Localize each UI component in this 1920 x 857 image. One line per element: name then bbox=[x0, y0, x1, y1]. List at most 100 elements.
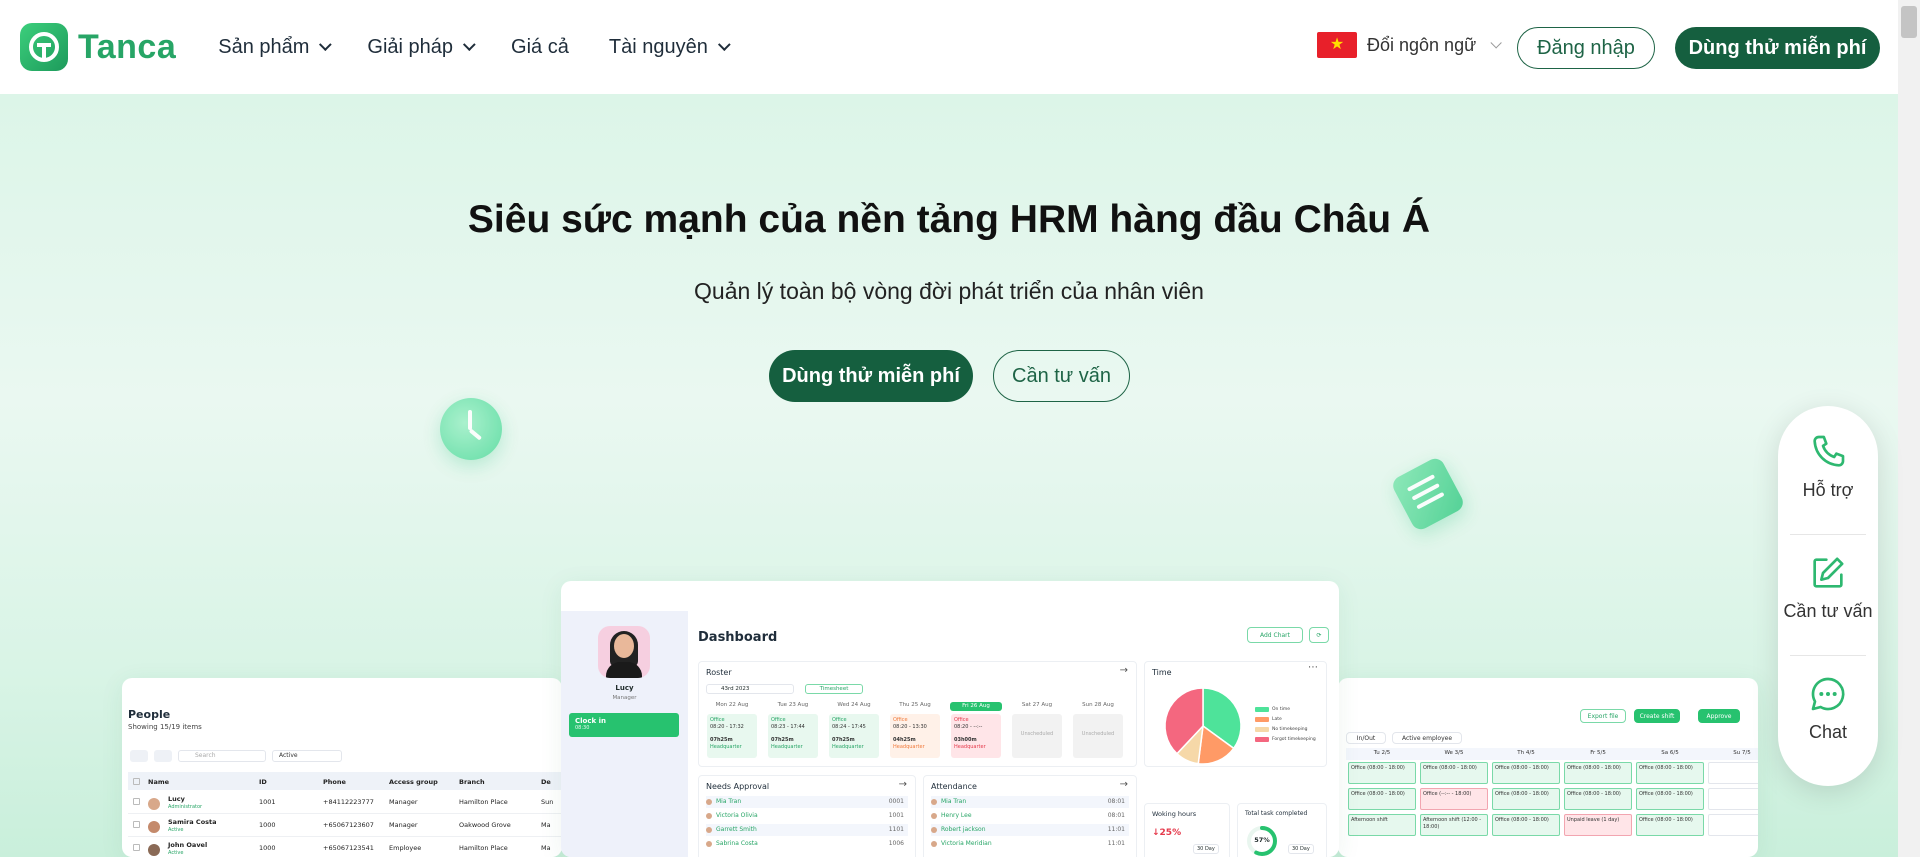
list-item[interactable]: Mia Tran 08:01 bbox=[931, 796, 1129, 808]
language-switcher[interactable]: ★ Đổi ngôn ngữ bbox=[1317, 32, 1502, 58]
shift-time: 08:20 - --:-- bbox=[954, 724, 983, 730]
avatar bbox=[706, 813, 712, 819]
list-item[interactable]: Sabrina Costa 1006 bbox=[706, 838, 908, 850]
list-item[interactable]: Robert jackson 11:01 bbox=[931, 824, 1129, 836]
sort-icon[interactable] bbox=[154, 750, 172, 762]
schedule-cell[interactable]: Unpaid leave (1 day) bbox=[1564, 814, 1632, 836]
working-hours-period-select[interactable]: 30 Day bbox=[1193, 844, 1219, 854]
schedule-cell[interactable]: Office (08:00 - 18:00) bbox=[1636, 814, 1704, 836]
schedule-cell[interactable] bbox=[1708, 814, 1758, 836]
schedule-cell[interactable]: Office (08:00 - 18:00) bbox=[1564, 762, 1632, 784]
employee-filter-select[interactable]: Active employee bbox=[1392, 732, 1462, 744]
scrollbar-thumb[interactable] bbox=[1901, 6, 1917, 38]
person-dept: Ma bbox=[541, 844, 551, 852]
brand-logo[interactable]: Tanca bbox=[20, 23, 176, 71]
chevron-down-icon bbox=[1490, 37, 1502, 49]
arrow-right-icon[interactable]: → bbox=[1120, 665, 1128, 676]
legend-swatch bbox=[1255, 717, 1269, 722]
nav-item-solutions[interactable]: Giải pháp bbox=[367, 36, 476, 59]
table-row[interactable]: Lucy Administrator 1001 +84112223777 Man… bbox=[128, 792, 562, 814]
roster-day-label[interactable]: Mon 22 Aug bbox=[706, 702, 758, 708]
schedule-col-label: Tu 2/5 bbox=[1373, 750, 1391, 756]
timesheet-button[interactable]: Timesheet bbox=[805, 684, 863, 694]
approve-button[interactable]: Approve bbox=[1698, 709, 1740, 723]
free-trial-button[interactable]: Dùng thử miễn phí bbox=[1675, 27, 1880, 69]
schedule-cell[interactable]: Office (08:00 - 18:00) bbox=[1564, 788, 1632, 810]
list-item[interactable]: Garrett Smith 1101 bbox=[706, 824, 908, 836]
create-shift-button[interactable]: Create shift bbox=[1634, 709, 1680, 723]
person-tag: Active bbox=[168, 827, 184, 833]
roster-day-label[interactable]: Wed 24 Aug bbox=[828, 702, 880, 708]
list-item[interactable]: Mia Tran 0001 bbox=[706, 796, 908, 808]
list-item[interactable]: Victoria Olivia 1001 bbox=[706, 810, 908, 822]
support-item-help[interactable]: Hỗ trợ bbox=[1778, 432, 1878, 501]
roster-shift[interactable]: Office 08:20 - 13:30 04h25m Headquarter bbox=[890, 714, 940, 758]
schedule-cell-text: Office (08:00 - 18:00) bbox=[1567, 765, 1621, 771]
status-select[interactable]: Active bbox=[272, 750, 342, 762]
roster-shift[interactable]: Office 08:24 - 17:45 07h25m Headquarter bbox=[829, 714, 879, 758]
schedule-cell[interactable] bbox=[1708, 762, 1758, 784]
refresh-icon[interactable]: ⟳ bbox=[1309, 627, 1329, 643]
roster-shift[interactable]: Unscheduled bbox=[1012, 714, 1062, 758]
arrow-right-icon[interactable]: → bbox=[1120, 779, 1128, 790]
schedule-cell-text: Office (--:-- - 18:00) bbox=[1423, 791, 1472, 797]
nav-item-resources[interactable]: Tài nguyên bbox=[609, 36, 731, 59]
needs-approval-card: Needs Approval → Mia Tran 0001 Victoria Ol… bbox=[698, 775, 916, 857]
roster-day-label[interactable]: Sun 28 Aug bbox=[1072, 702, 1124, 708]
table-row[interactable]: John Oavel Active 1000 +65067123541 Empl… bbox=[128, 838, 562, 857]
roster-day-label[interactable]: Tue 23 Aug bbox=[767, 702, 819, 708]
needs-approval-title: Needs Approval bbox=[706, 782, 770, 791]
schedule-cell-text: Office (08:00 - 18:00) bbox=[1639, 817, 1693, 823]
roster-shift[interactable]: Office 08:20 - --:-- 03h00m Headquarter bbox=[951, 714, 1001, 758]
person-name: John Oavel bbox=[168, 841, 208, 849]
list-item-value: 1001 bbox=[888, 812, 904, 819]
support-item-consult[interactable]: Cần tư vấn bbox=[1778, 553, 1878, 622]
schedule-cell[interactable]: Office (08:00 - 18:00) bbox=[1492, 814, 1560, 836]
schedule-col-label: Su 7/5 bbox=[1733, 750, 1751, 756]
roster-day-label[interactable]: Fri 26 Aug bbox=[950, 702, 1002, 711]
schedule-cell[interactable]: Office (08:00 - 18:00) bbox=[1348, 762, 1416, 784]
clock-in-button[interactable]: Clock in 08:30 bbox=[569, 713, 679, 737]
roster-day-label[interactable]: Thu 25 Aug bbox=[889, 702, 941, 708]
people-search-input[interactable]: Search bbox=[178, 750, 266, 762]
schedule-cell[interactable]: Office (08:00 - 18:00) bbox=[1636, 762, 1704, 784]
list-item[interactable]: Henry Lee 08:01 bbox=[931, 810, 1129, 822]
filter-icon[interactable] bbox=[130, 750, 148, 762]
table-row[interactable]: Samira Costa Active 1000 +65067123607 Ma… bbox=[128, 815, 562, 837]
login-button[interactable]: Đăng nhập bbox=[1517, 27, 1655, 69]
row-checkbox[interactable] bbox=[133, 821, 140, 828]
export-file-button[interactable]: Export file bbox=[1580, 709, 1626, 723]
row-checkbox[interactable] bbox=[133, 798, 140, 805]
schedule-cell[interactable]: Afternoon shift bbox=[1348, 814, 1416, 836]
list-item[interactable]: Victoria Meridian 11:01 bbox=[931, 838, 1129, 850]
roster-date-picker[interactable]: 43rd 2023 bbox=[706, 684, 794, 694]
schedule-cell[interactable] bbox=[1708, 788, 1758, 810]
inout-select[interactable]: In/Out bbox=[1346, 732, 1386, 744]
roster-shift[interactable]: Office 08:20 - 17:32 07h25m Headquarter bbox=[707, 714, 757, 758]
nav-item-pricing[interactable]: Giá cả bbox=[511, 36, 569, 59]
schedule-cell[interactable]: Afternoon shift (12:00 - 18:00) bbox=[1420, 814, 1488, 836]
schedule-cell[interactable]: Office (08:00 - 18:00) bbox=[1636, 788, 1704, 810]
roster-shift[interactable]: Office 08:23 - 17:44 07h25m Headquarter bbox=[768, 714, 818, 758]
support-item-chat[interactable]: Chat bbox=[1778, 674, 1878, 743]
select-all-checkbox[interactable] bbox=[133, 778, 140, 785]
row-checkbox[interactable] bbox=[133, 844, 140, 851]
task-period-select[interactable]: 30 Day bbox=[1288, 844, 1314, 854]
roster-shift[interactable]: Unscheduled bbox=[1073, 714, 1123, 758]
schedule-cell[interactable]: Office (08:00 - 18:00) bbox=[1492, 762, 1560, 784]
hero-subtitle: Quản lý toàn bộ vòng đời phát triển của … bbox=[694, 278, 1204, 304]
arrow-right-icon[interactable]: → bbox=[899, 779, 907, 790]
page-scrollbar[interactable] bbox=[1898, 0, 1920, 857]
hero-free-trial-button[interactable]: Dùng thử miễn phí bbox=[769, 350, 973, 402]
hero-consult-button[interactable]: Cần tư vấn bbox=[993, 350, 1130, 402]
schedule-cell[interactable]: Office (08:00 - 18:00) bbox=[1420, 762, 1488, 784]
task-completed-card: Total task completed 57% 30 Day bbox=[1237, 803, 1327, 857]
add-chart-button[interactable]: Add Chart bbox=[1247, 627, 1303, 643]
roster-day-label[interactable]: Sat 27 Aug bbox=[1011, 702, 1063, 708]
nav-item-products[interactable]: Sản phẩm bbox=[218, 36, 333, 59]
more-icon[interactable]: ⋯ bbox=[1308, 662, 1318, 673]
site-header: Tanca Sản phẩm Giải pháp Giá cả Tài nguy… bbox=[0, 0, 1898, 94]
schedule-cell[interactable]: Office (--:-- - 18:00) bbox=[1420, 788, 1488, 810]
schedule-cell[interactable]: Office (08:00 - 18:00) bbox=[1348, 788, 1416, 810]
schedule-cell[interactable]: Office (08:00 - 18:00) bbox=[1492, 788, 1560, 810]
